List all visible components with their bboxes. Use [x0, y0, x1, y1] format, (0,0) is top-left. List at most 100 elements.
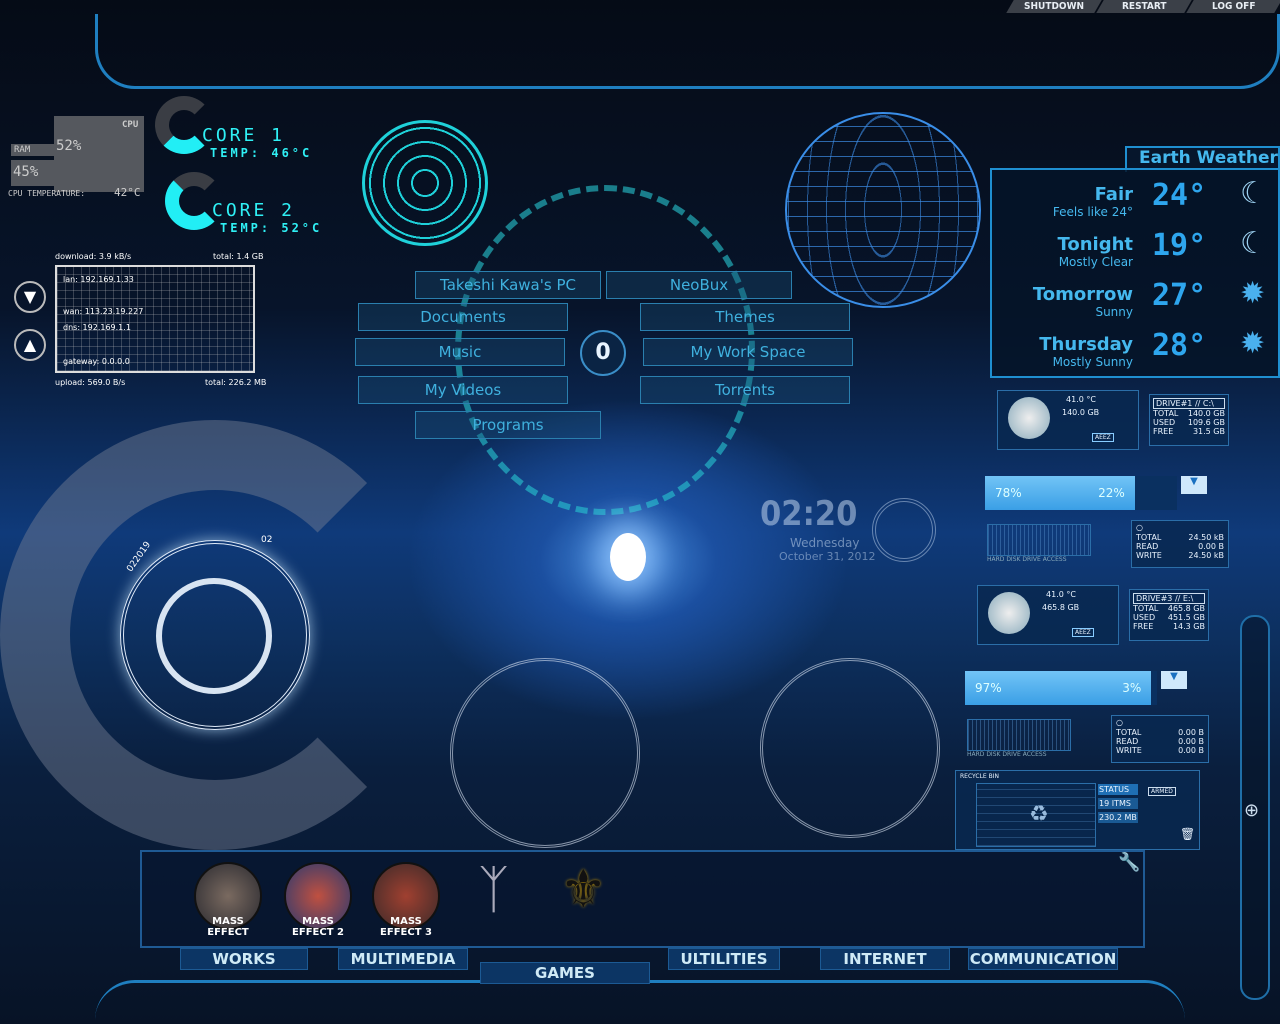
dock-tab-internet[interactable]: INTERNET — [820, 948, 950, 970]
menu-my-videos[interactable]: My Videos — [358, 376, 568, 404]
core2-widget: CORE 2 TEMP: 52°C — [212, 200, 323, 235]
sun-cloud-icon: ✹ — [1240, 326, 1266, 361]
drive-info: DRIVE#3 // E:\ TOTAL 465.8 GB USED 451.5 G… — [1129, 589, 1209, 641]
cpu-label: CPU — [122, 120, 139, 130]
drive-dropdown-button[interactable]: ▼ — [1161, 671, 1187, 689]
download-arrow-icon: ▼ — [14, 281, 46, 313]
cpu-temp-value: 42°C — [114, 186, 141, 199]
cpu-percent: 52% — [56, 138, 82, 154]
power-bar: SHUTDOWN RESTART LOG OFF — [1006, 0, 1280, 13]
recycle-bin-icon[interactable]: ♻ — [1029, 802, 1049, 827]
clock-day: Wednesday — [790, 536, 860, 550]
drive-size: 465.8 GB — [1042, 603, 1080, 612]
drive-size: 140.0 GB — [1062, 408, 1100, 417]
dock-tab-multimedia[interactable]: MULTIMEDIA — [338, 948, 468, 970]
clock-dial-icon — [872, 498, 936, 562]
weather-widget: Fair Feels like 24° 24° ☾ Tonight Mostly C… — [990, 168, 1280, 378]
weather-temp: 28° — [1152, 328, 1207, 363]
upload-arrow-icon: ▲ — [14, 329, 46, 361]
logo-button[interactable]: 0 — [580, 330, 626, 376]
network-graph: lan: 192.169.1.33 wan: 113.23.19.227 dns… — [55, 265, 255, 373]
drive-usage-bar: 78% 22% — [985, 476, 1177, 510]
gear-left-icon — [450, 658, 640, 848]
shutdown-button[interactable]: SHUTDOWN — [1006, 0, 1102, 13]
lan-ip: lan: 192.169.1.33 — [63, 275, 134, 284]
radar-icon — [362, 120, 488, 246]
recycle-armed-button[interactable]: ARMED — [1148, 787, 1176, 796]
mass-effect-2-icon[interactable]: MASS EFFECT 2 — [284, 862, 352, 938]
weather-row: Thursday Mostly Sunny — [1039, 334, 1133, 369]
clock-date: October 31, 2012 — [779, 550, 876, 563]
moon-cloud-icon: ☾ — [1240, 176, 1267, 211]
moon-cloud-icon: ☾ — [1240, 226, 1267, 261]
menu-documents[interactable]: Documents — [358, 303, 568, 331]
cpu-temp-label: CPU TEMPERATURE: — [8, 189, 86, 198]
recycle-title: RECYCLE BIN — [960, 773, 999, 780]
empty-trash-icon[interactable]: 🗑 — [1180, 827, 1195, 841]
drive-badge: AEEZ — [1072, 628, 1094, 637]
drive-temp: 41.0 °C — [1046, 590, 1076, 599]
wan-ip: wan: 113.23.19.227 — [63, 307, 144, 316]
drive-usage-fill: 78% 22% — [985, 476, 1135, 510]
weather-row: Tomorrow Sunny — [1032, 284, 1133, 319]
dial-right-label: 02 — [261, 535, 273, 545]
drive-usage-bar: 97% 3% — [965, 671, 1157, 705]
moon — [610, 533, 646, 581]
drive-usage-fill: 97% 3% — [965, 671, 1152, 705]
drive-io: ○ TOTAL 24.50 kB READ 0.00 B WRITE 24.50 kB — [1131, 520, 1229, 568]
drive-graph: 41.0 °C 465.8 GB AEEZ — [977, 585, 1119, 645]
recycle-bin-widget: RECYCLE BIN ♻ STATUS 19 ITMS 230.2 MB AR… — [955, 770, 1200, 850]
drive-io: ○ TOTAL 0.00 B READ 0.00 B WRITE 0.00 B — [1111, 715, 1209, 763]
skyrim-icon[interactable]: ᛉ — [478, 860, 509, 920]
menu-music[interactable]: Music — [355, 338, 565, 366]
drive-dropdown-button[interactable]: ▼ — [1181, 476, 1207, 494]
globe-icon — [785, 112, 981, 308]
drive-badge: AEEZ — [1092, 433, 1114, 442]
menu-torrents[interactable]: Torrents — [640, 376, 850, 404]
wrench-icon[interactable]: 🔧 — [1118, 852, 1140, 873]
emblem-game-icon[interactable]: ⚜ — [560, 860, 607, 920]
drive-widget: 41.0 °C 465.8 GB AEEZ DRIVE#3 // E:\ TOT… — [965, 585, 1225, 770]
weather-row: Tonight Mostly Clear — [1057, 234, 1133, 269]
dock-tab-works[interactable]: WORKS — [180, 948, 308, 970]
menu-programs[interactable]: Programs — [415, 411, 601, 439]
recycle-status: STATUS — [1098, 784, 1138, 795]
restart-button[interactable]: RESTART — [1096, 0, 1192, 13]
gear-right-icon — [760, 658, 940, 838]
dock-tab-utilities[interactable]: ULTILITIES — [668, 948, 780, 970]
ram-percent: 45% — [11, 160, 55, 186]
download-speed: download: 3.9 kB/s — [55, 252, 132, 261]
disk-access-label: HARD DISK DRIVE ACCESS — [967, 751, 1047, 758]
dock-tab-games[interactable]: GAMES — [480, 962, 650, 984]
logoff-button[interactable]: LOG OFF — [1186, 0, 1280, 13]
dock-tab-communication[interactable]: COMMUNICATION — [968, 948, 1118, 970]
slider-handle-icon[interactable]: ⊕ — [1244, 800, 1259, 821]
mass-effect-icon[interactable]: MASS EFFECT — [194, 862, 262, 938]
upload-total: total: 226.2 MB — [205, 378, 267, 387]
recycle-size: 230.2 MB — [1098, 812, 1138, 823]
dial-core — [156, 578, 272, 694]
disk-access-graph — [967, 719, 1071, 751]
drive-graph: 41.0 °C 140.0 GB AEEZ — [997, 390, 1139, 450]
drive-info: DRIVE#1 // C:\ TOTAL 140.0 GB USED 109.6 G… — [1149, 394, 1229, 446]
download-total: total: 1.4 GB — [213, 252, 264, 261]
io-header: ○ — [1116, 718, 1123, 727]
io-header: ○ — [1136, 523, 1143, 532]
menu-takeshi-pc[interactable]: Takeshi Kawa's PC — [415, 271, 601, 299]
sun-icon: ✹ — [1240, 276, 1266, 311]
bottom-frame — [95, 980, 1185, 1024]
disk-access-graph — [987, 524, 1091, 556]
mass-effect-3-icon[interactable]: MASS EFFECT 3 — [372, 862, 440, 938]
menu-themes[interactable]: Themes — [640, 303, 850, 331]
drive-widget: 41.0 °C 140.0 GB AEEZ DRIVE#1 // C:\ TOT… — [985, 390, 1245, 575]
weather-temp: 19° — [1152, 228, 1207, 263]
top-frame — [95, 14, 1280, 89]
menu-neobux[interactable]: NeoBux — [606, 271, 792, 299]
core1-widget: CORE 1 TEMP: 46°C — [202, 125, 313, 160]
clock-time: 02:20 — [760, 494, 858, 534]
gateway-ip: gateway: 0.0.0.0 — [63, 357, 130, 366]
weather-row: Fair Feels like 24° — [1052, 184, 1133, 219]
menu-my-work-space[interactable]: My Work Space — [643, 338, 853, 366]
weather-temp: 24° — [1152, 178, 1207, 213]
hard-drive-icon — [988, 592, 1030, 634]
